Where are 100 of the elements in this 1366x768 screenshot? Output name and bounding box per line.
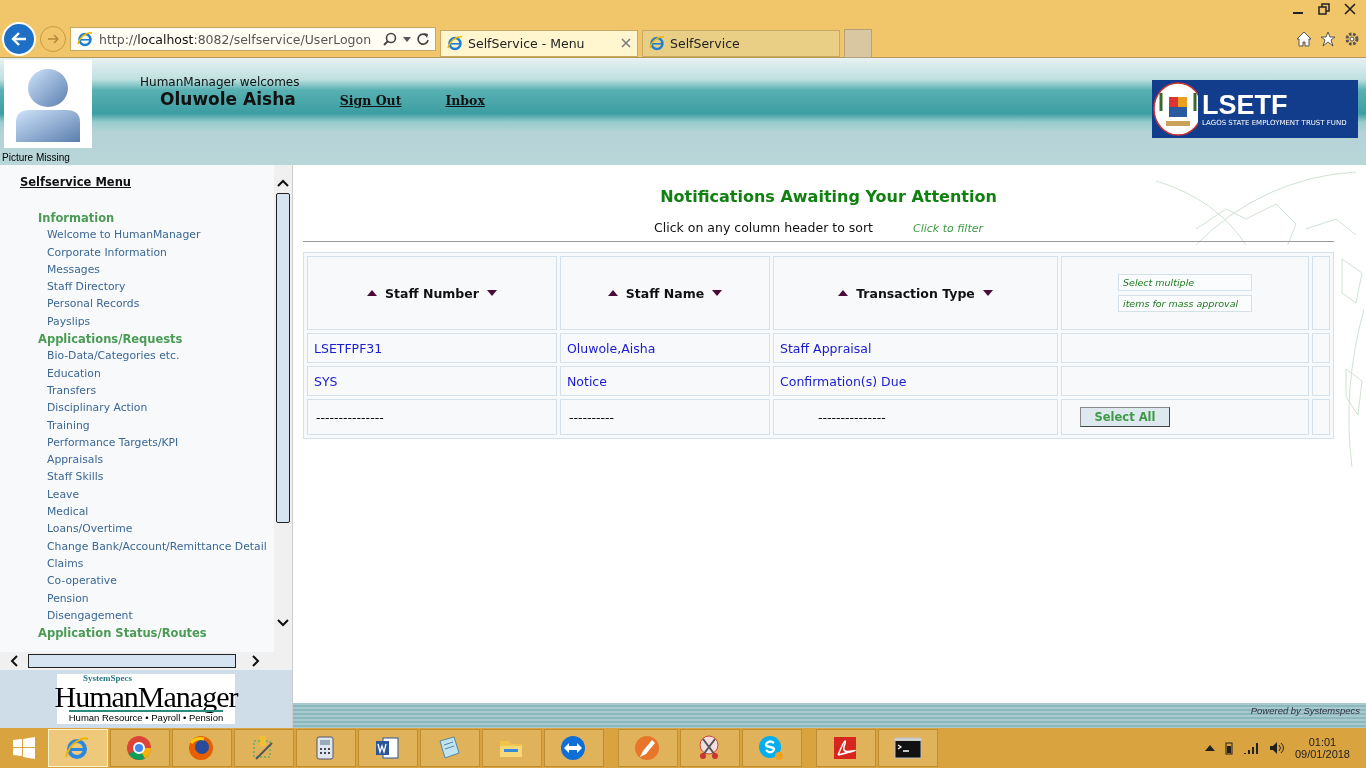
page-icon (649, 35, 665, 51)
page-icon (447, 35, 463, 51)
settings-icon[interactable] (1344, 31, 1360, 47)
table-cell (1312, 399, 1330, 435)
favorites-icon[interactable] (1320, 31, 1336, 47)
windows-icon (13, 737, 35, 759)
taskbar-button[interactable] (878, 729, 938, 767)
menu-group[interactable]: Application Status/Routes (38, 626, 274, 644)
volume-icon[interactable] (1268, 741, 1285, 755)
table-cell[interactable]: Oluwole,Aisha (560, 333, 770, 363)
sort-up-icon[interactable] (367, 290, 378, 296)
menu-item[interactable]: Disengagement (47, 608, 274, 627)
scrollbar-thumb[interactable] (276, 193, 290, 523)
menu-item[interactable]: Change Bank/Account/Remittance Detail (47, 539, 274, 557)
logo-tagline: Human Resource • Payroll • Pension (68, 710, 224, 723)
dropdown-icon[interactable] (403, 36, 411, 42)
back-button[interactable] (2, 22, 36, 56)
column-header[interactable]: Staff Number (307, 256, 557, 330)
menu-item[interactable]: Loans/Overtime (47, 522, 274, 540)
scroll-right-icon[interactable] (252, 655, 260, 667)
browser-tab[interactable]: SelfService (642, 29, 840, 57)
menu-item[interactable]: Bio-Data/Categories etc. (47, 349, 274, 367)
url-text: http://localhost:8082/selfservice/UserLogon (99, 31, 373, 47)
page-title: Notifications Awaiting Your Attention (660, 187, 997, 206)
chat-icon (758, 735, 786, 761)
menu-item[interactable]: Messages (47, 262, 274, 281)
header-link[interactable]: Inbox (445, 93, 485, 108)
signal-icon[interactable] (1242, 742, 1259, 754)
scroll-left-icon[interactable] (10, 655, 18, 667)
menu-item[interactable]: Appraisals (47, 453, 274, 471)
menu-group[interactable]: Applications/Requests (38, 332, 274, 350)
scroll-up-icon[interactable] (277, 179, 289, 187)
table-cell (1312, 366, 1330, 396)
menu-item[interactable]: Performance Targets/KPI (47, 435, 274, 454)
arrows-icon (560, 735, 588, 761)
refresh-icon[interactable] (417, 33, 429, 45)
back-arrow-icon (11, 32, 27, 46)
sort-down-icon[interactable] (982, 290, 993, 296)
search-icon[interactable] (383, 32, 397, 46)
scrollbar-thumb[interactable] (28, 654, 236, 668)
close-icon[interactable] (1344, 3, 1356, 15)
menu-item[interactable]: Pension (47, 591, 274, 609)
table-cell[interactable]: Staff Appraisal (773, 333, 1058, 363)
table-cell: --------------- (307, 399, 557, 435)
column-header[interactable]: Transaction Type (773, 256, 1058, 330)
battery-icon[interactable] (1224, 741, 1233, 755)
restore-icon[interactable] (1318, 3, 1330, 15)
address-bar[interactable]: http://localhost:8082/selfservice/UserLogon (70, 27, 436, 51)
user-name: Oluwole Aisha (160, 89, 296, 109)
table-cell[interactable]: SYS (307, 366, 557, 396)
menu-item[interactable]: Welcome to HumanManager (47, 228, 274, 246)
filter-link[interactable]: Click to filter (913, 222, 983, 235)
pen-icon (634, 735, 662, 761)
menu-item[interactable]: Corporate Information (47, 245, 274, 263)
home-icon[interactable] (1296, 31, 1312, 47)
browser-icon (126, 735, 154, 761)
menu-item[interactable]: Staff Skills (47, 470, 274, 488)
menu-item[interactable]: Staff Directory (47, 280, 274, 298)
tray-arrow-icon[interactable] (1204, 745, 1215, 751)
picture-caption: Picture Missing (2, 152, 71, 163)
page-icon (77, 31, 93, 47)
menu-item[interactable]: Education (47, 366, 274, 384)
sort-hint: Click on any column header to sort (654, 220, 873, 235)
scroll-down-icon[interactable] (277, 619, 289, 627)
table-cell: --------------- (773, 399, 1058, 435)
taskbar-button[interactable] (358, 729, 418, 767)
table-cell: ---------- (560, 399, 770, 435)
column-header[interactable]: Staff Name (560, 256, 770, 330)
logo-brand: SystemSpecs (83, 674, 132, 683)
menu-item[interactable]: Payslips (47, 314, 274, 333)
sort-up-icon[interactable] (607, 290, 618, 296)
crest-drawing (1152, 81, 1198, 137)
menu-title: Selfservice Menu (20, 175, 132, 189)
browser-tab[interactable]: SelfService - Menu (440, 29, 638, 57)
table-cell[interactable]: LSETFPF31 (307, 333, 557, 363)
menu-item[interactable]: Disciplinary Action (47, 401, 274, 419)
terminal-icon (894, 735, 922, 761)
clock[interactable]: 01:01 09/01/2018 (1294, 736, 1350, 760)
menu-item[interactable]: Personal Records (47, 297, 274, 315)
menu-item[interactable]: Medical (47, 505, 274, 523)
menu-item[interactable]: Claims (47, 556, 274, 575)
hint-label: items for mass approval (1118, 295, 1252, 312)
sort-down-icon[interactable] (486, 290, 497, 296)
table-cell[interactable]: Confirmation(s) Due (773, 366, 1058, 396)
menu-item[interactable]: Co-operative (47, 574, 274, 592)
sort-up-icon[interactable] (838, 290, 849, 296)
menu-item[interactable]: Training (47, 418, 274, 436)
sort-down-icon[interactable] (712, 290, 723, 296)
header-link[interactable]: Sign Out (339, 93, 402, 108)
welcome-text: HumanManager welcomes (140, 75, 301, 89)
logo-title: LSETF (1202, 91, 1288, 119)
menu-group[interactable]: Information (38, 211, 274, 229)
table-cell (1312, 333, 1330, 363)
menu-item[interactable]: Transfers (47, 383, 274, 402)
hint-label: Select multiple (1118, 274, 1252, 291)
forward-arrow-icon (47, 34, 59, 44)
table-cell[interactable]: Notice (560, 366, 770, 396)
browser-icon (188, 735, 216, 761)
powered-by-text: Powered by Systemspecs (1250, 705, 1360, 716)
menu-item[interactable]: Leave (47, 487, 274, 506)
